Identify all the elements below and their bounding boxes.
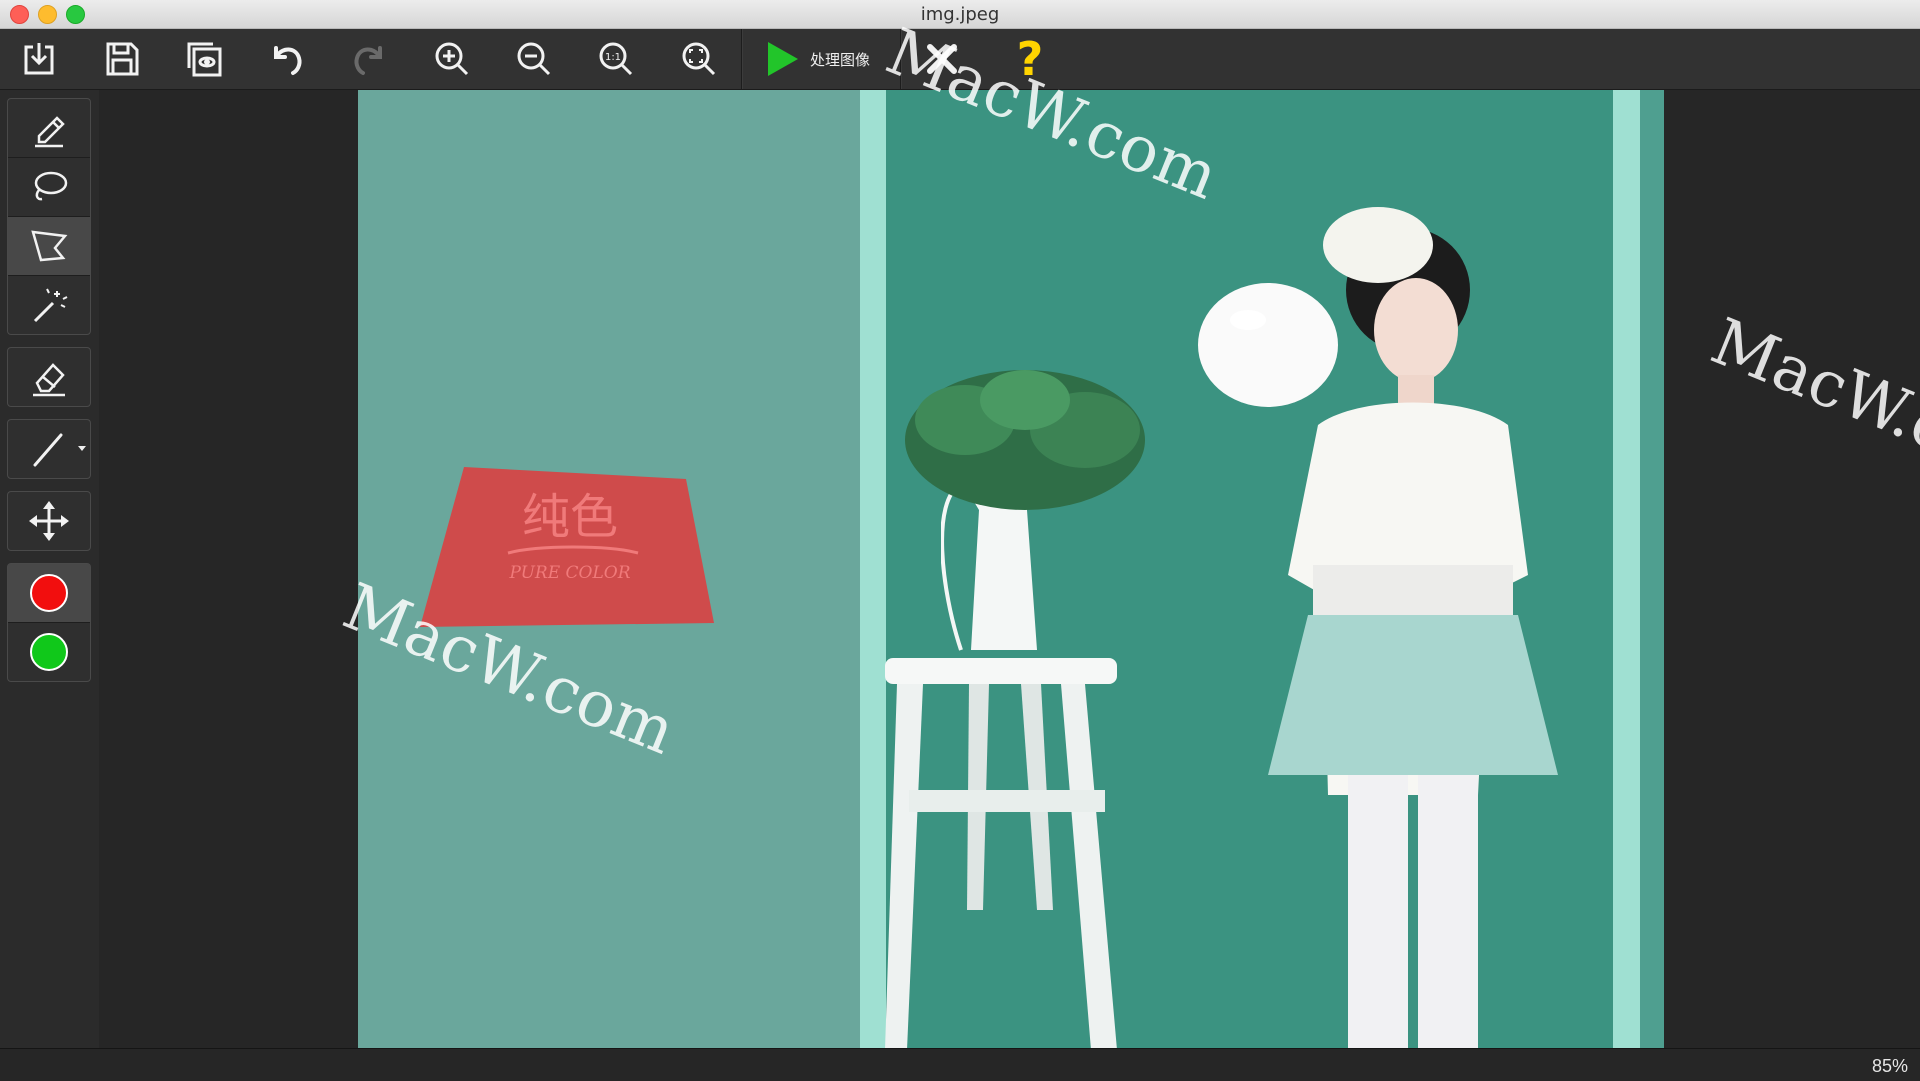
- white-stool: [885, 658, 1117, 1048]
- green-plant: [905, 370, 1145, 510]
- line-group: [7, 419, 91, 479]
- tool-panel: [7, 98, 91, 694]
- watermark: MacW.com: [1701, 305, 1920, 505]
- zoom-in-button[interactable]: [426, 35, 478, 83]
- eraser-icon: [33, 363, 65, 397]
- foreground-color[interactable]: [8, 564, 90, 623]
- red-marker-swatch: [30, 574, 68, 612]
- title-bar: img.jpeg: [0, 0, 1920, 29]
- background-color[interactable]: [8, 623, 90, 681]
- zoom-level: 85%: [1871, 1056, 1908, 1076]
- fit-screen-button[interactable]: [673, 35, 725, 83]
- polygon-lasso-icon: [31, 230, 68, 262]
- magic-wand-icon: [33, 288, 68, 323]
- selection-tools: [7, 98, 91, 335]
- photo-edge: [1640, 90, 1664, 1048]
- actual-size-label: 1:1: [605, 52, 621, 63]
- process-image-button[interactable]: 处理图像: [762, 35, 892, 83]
- toolbar-separator: [741, 29, 743, 89]
- white-balloon: [1198, 283, 1338, 407]
- zoom-out-button[interactable]: [508, 35, 560, 83]
- red-sign-overlay: 纯色 PURE COLOR: [420, 467, 714, 627]
- sign-text-en: PURE COLOR: [508, 563, 630, 583]
- save-button[interactable]: [96, 35, 148, 83]
- zoom-fit-icon: [682, 42, 716, 76]
- eraser-group: [7, 347, 91, 407]
- line-tool[interactable]: [8, 420, 90, 478]
- lasso-tool[interactable]: [8, 158, 90, 217]
- move-tool[interactable]: [8, 492, 90, 550]
- preview-button[interactable]: [178, 35, 230, 83]
- zoom-in-icon: [435, 42, 469, 76]
- polygon-lasso-tool[interactable]: [8, 217, 90, 276]
- canvas-area[interactable]: 纯色 PURE COLOR MacW.com MacW.com MacW.com: [99, 15, 1920, 1048]
- process-image-label: 处理图像: [810, 50, 871, 69]
- play-icon: [768, 42, 798, 76]
- redo-button[interactable]: [343, 35, 395, 83]
- lasso-icon: [34, 171, 68, 201]
- zoom-out-icon: [517, 42, 551, 76]
- preview-icon: [187, 42, 222, 77]
- line-icon: [33, 433, 63, 467]
- redo-icon: [354, 46, 382, 75]
- undo-button[interactable]: [261, 35, 313, 83]
- sign-text-cn: 纯色: [522, 489, 618, 545]
- brush-select-tool[interactable]: [8, 99, 90, 158]
- magic-wand-tool[interactable]: [8, 276, 90, 334]
- photo-stripe: [860, 90, 886, 1048]
- undo-icon: [274, 46, 302, 75]
- import-icon: [24, 43, 54, 75]
- status-bar: 85%: [0, 1048, 1920, 1081]
- pencil-icon: [35, 116, 65, 148]
- move-icon: [29, 501, 69, 541]
- zoom-1-1-icon: 1:1: [599, 42, 633, 76]
- eraser-tool[interactable]: [8, 348, 90, 406]
- chevron-down-icon[interactable]: [78, 446, 86, 451]
- open-button[interactable]: [13, 35, 65, 83]
- color-group: [7, 563, 91, 682]
- edited-image[interactable]: 纯色 PURE COLOR: [358, 90, 1664, 1048]
- move-group: [7, 491, 91, 551]
- window-title: img.jpeg: [920, 4, 1000, 25]
- green-marker-swatch: [30, 633, 68, 671]
- save-icon: [106, 42, 139, 76]
- photo-stripe: [1613, 90, 1640, 1048]
- actual-size-button[interactable]: 1:1: [590, 35, 642, 83]
